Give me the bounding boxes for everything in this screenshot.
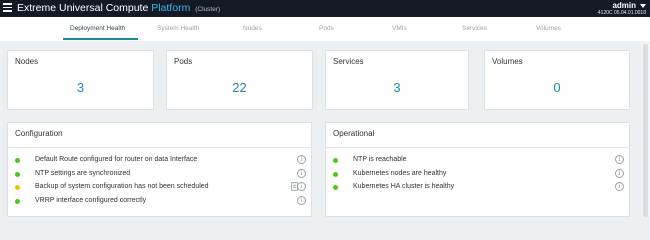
tab-volumes[interactable]: Volumes [536, 25, 561, 32]
active-tab-indicator [63, 38, 138, 40]
info-icon[interactable]: i [297, 169, 306, 178]
stat-card-services[interactable]: Services 3 [325, 50, 469, 110]
stat-value: 22 [232, 80, 247, 95]
config-item: Backup of system configuration has not b… [8, 181, 311, 194]
app-title: Extreme Universal Compute Platform (Clus… [17, 2, 220, 16]
tab-system-health[interactable]: System Health [157, 25, 199, 32]
tab-services[interactable]: Services [462, 25, 487, 32]
status-ok-icon [15, 199, 20, 204]
operational-item-text: Kubernetes HA cluster is healthy [353, 183, 455, 190]
config-item-text: Default Route configured for router on d… [35, 156, 198, 163]
config-item: NTP settings are synchronized i [8, 168, 311, 181]
top-bar: Extreme Universal Compute Platform (Clus… [0, 0, 650, 17]
stat-value: 0 [553, 80, 561, 95]
tab-nodes[interactable]: Nodes [243, 25, 262, 32]
stat-label: Nodes [15, 57, 39, 66]
app-title-sub: (Cluster) [195, 6, 221, 13]
divider [326, 147, 629, 148]
operational-panel: Operational NTP is reachable i Kubernete… [325, 122, 630, 217]
tab-pods[interactable]: Pods [319, 25, 334, 32]
stat-label: Services [333, 57, 364, 66]
status-ok-icon [15, 172, 20, 177]
info-icon[interactable]: i [297, 182, 306, 191]
config-item-text: Backup of system configuration has not b… [35, 183, 209, 190]
status-ok-icon [333, 158, 338, 163]
operational-item: NTP is reachable i [326, 154, 629, 167]
user-menu[interactable]: admin [612, 1, 636, 10]
app-title-main: Extreme Universal Compute [17, 2, 149, 14]
config-item: Default Route configured for router on d… [8, 154, 311, 167]
hamburger-menu-icon[interactable] [3, 3, 12, 13]
stat-card-volumes[interactable]: Volumes 0 [484, 50, 630, 110]
status-warning-icon [15, 185, 20, 190]
stat-label: Pods [174, 57, 193, 66]
config-item-text: NTP settings are synchronized [35, 170, 131, 177]
version-label: 4120C 05.04.01.0018 [597, 10, 646, 16]
caret-down-icon[interactable] [640, 4, 646, 8]
app-title-accent: Platform [151, 2, 191, 14]
configuration-panel: Configuration Default Route configured f… [7, 122, 312, 217]
status-ok-icon [15, 158, 20, 163]
tab-deployment-health[interactable]: Deployment Health [70, 25, 125, 32]
stat-value: 3 [76, 80, 85, 95]
status-ok-icon [333, 172, 338, 177]
scrollbar-thumb[interactable] [643, 44, 648, 217]
operational-item-text: NTP is reachable [353, 156, 407, 163]
operational-item: Kubernetes nodes are healthy i [326, 168, 629, 181]
panel-title: Configuration [15, 129, 63, 138]
tab-vmis[interactable]: VMIs [392, 25, 407, 32]
info-icon[interactable]: i [297, 196, 306, 205]
info-icon[interactable]: i [615, 169, 624, 178]
stat-value: 3 [393, 80, 401, 95]
stat-card-pods[interactable]: Pods 22 [166, 50, 313, 110]
config-item-text: VRRP interface configured correctly [35, 197, 147, 204]
tab-bar: Deployment Health System Health Nodes Po… [0, 17, 650, 41]
operational-item: Kubernetes HA cluster is healthy i [326, 181, 629, 194]
info-icon[interactable]: i [297, 155, 306, 164]
info-icon[interactable]: i [615, 182, 624, 191]
stat-label: Volumes [492, 57, 523, 66]
info-icon[interactable]: i [615, 155, 624, 164]
panel-title: Operational [333, 129, 375, 138]
stat-card-nodes[interactable]: Nodes 3 [7, 50, 154, 110]
config-item: VRRP interface configured correctly i [8, 195, 311, 208]
status-ok-icon [333, 185, 338, 190]
operational-item-text: Kubernetes nodes are healthy [353, 170, 447, 177]
divider [8, 147, 311, 148]
